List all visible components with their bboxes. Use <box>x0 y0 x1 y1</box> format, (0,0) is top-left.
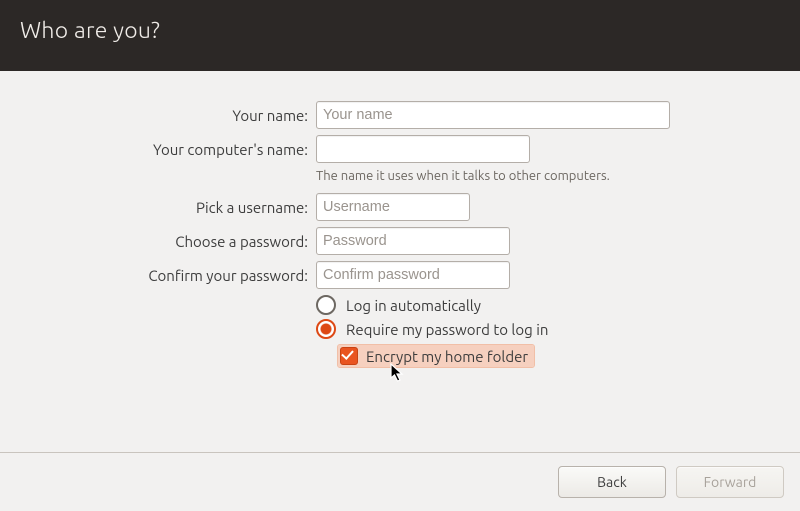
login-require-label: Require my password to log in <box>346 321 548 338</box>
user-setup-form: Your name: Your computer's name: The nam… <box>0 71 800 369</box>
confirm-password-input[interactable] <box>316 261 510 289</box>
login-auto-label: Log in automatically <box>346 297 481 314</box>
login-auto-option[interactable]: Log in automatically <box>316 295 770 315</box>
name-label: Your name: <box>0 107 316 124</box>
username-input[interactable] <box>316 193 470 221</box>
checkbox-checked-icon <box>340 347 358 365</box>
wizard-footer: Back Forward <box>0 452 800 511</box>
back-button[interactable]: Back <box>558 466 666 498</box>
encrypt-home-label: Encrypt my home folder <box>366 348 528 365</box>
login-require-option[interactable]: Require my password to log in <box>316 319 770 339</box>
password-input[interactable] <box>316 227 510 255</box>
page-header: Who are you? <box>0 0 800 71</box>
radio-unchecked-icon <box>316 295 336 315</box>
computer-name-hint: The name it uses when it talks to other … <box>316 169 770 183</box>
forward-button: Forward <box>676 466 784 498</box>
radio-checked-icon <box>316 319 336 339</box>
computer-name-label: Your computer's name: <box>0 141 316 158</box>
name-input[interactable] <box>316 101 670 129</box>
encrypt-home-option[interactable]: Encrypt my home folder <box>338 345 534 367</box>
mouse-cursor-icon <box>390 363 408 385</box>
page-title: Who are you? <box>20 18 160 43</box>
computer-name-input[interactable] <box>316 135 530 163</box>
username-label: Pick a username: <box>0 199 316 216</box>
confirm-password-label: Confirm your password: <box>0 267 316 284</box>
password-label: Choose a password: <box>0 233 316 250</box>
